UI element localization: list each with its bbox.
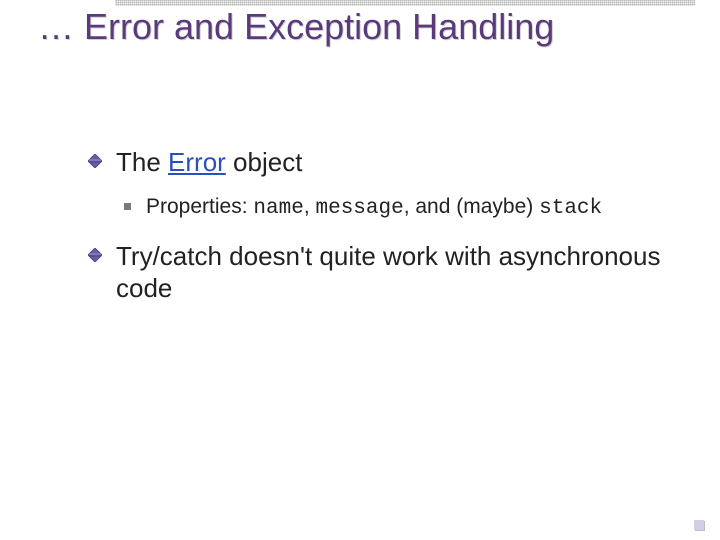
bullet-text-post: object (226, 147, 303, 177)
bullet-trycatch: Try/catch doesn't quite work with asynch… (88, 240, 678, 305)
footer-accent-icon (694, 520, 704, 530)
slide-body: The Error object Properties: name, messa… (88, 140, 678, 319)
bullet-text-pre: The (116, 147, 168, 177)
diamond-bullet-icon (88, 248, 102, 262)
mid: , and (maybe) (404, 195, 539, 218)
sep1: , (304, 195, 316, 218)
code-name: name (253, 197, 303, 220)
code-stack: stack (539, 197, 602, 220)
bullet-error-object: The Error object (88, 146, 678, 179)
error-link[interactable]: Error (168, 147, 226, 177)
bullet-text: Try/catch doesn't quite work with asynch… (116, 241, 660, 304)
square-bullet-icon (124, 203, 131, 210)
sub-bullet-properties: Properties: name, message, and (maybe) s… (88, 193, 678, 222)
sub-bullet-text-pre: Properties: (146, 195, 253, 218)
diamond-bullet-icon (88, 154, 102, 168)
slide-title: … Error and Exception Handling (38, 6, 658, 47)
slide: … Error and Exception Handling The Error… (0, 0, 720, 540)
code-message: message (315, 197, 403, 220)
